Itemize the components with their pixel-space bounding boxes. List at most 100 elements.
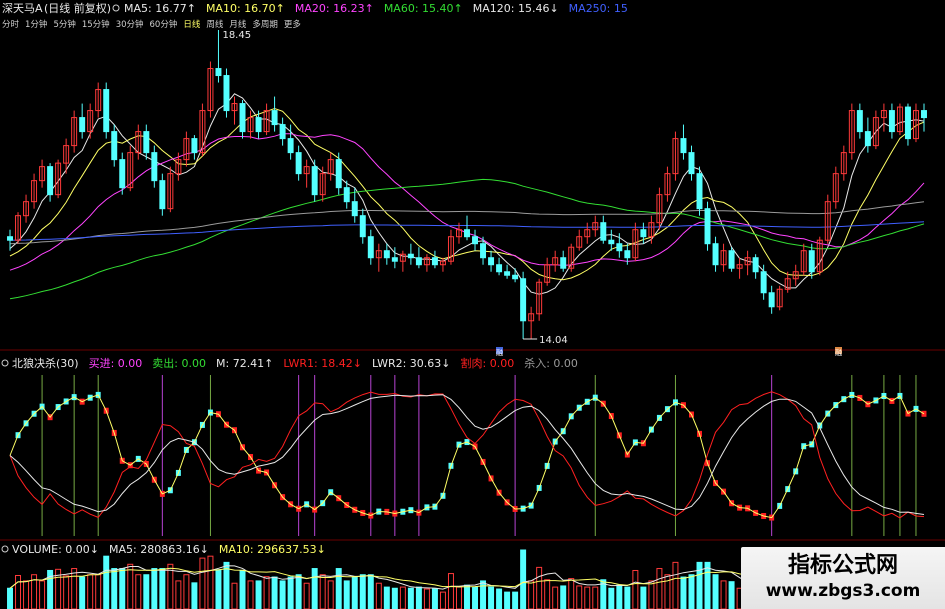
- ma-legend-item: MA60: 15.40↑: [384, 2, 463, 15]
- candle-down: [616, 243, 623, 252]
- candle-down: [111, 131, 118, 161]
- ma-line-20: [9, 133, 925, 271]
- volume-field: MA5: 280863.16↓: [109, 543, 209, 556]
- candle-down: [760, 271, 767, 294]
- candle-down: [600, 222, 607, 241]
- candle-down: [351, 201, 358, 217]
- volume-bar-down: [215, 569, 222, 609]
- volume-bar-up: [319, 574, 326, 609]
- volume-bar-up: [231, 582, 238, 609]
- period-tab[interactable]: 月线: [229, 19, 247, 30]
- period-tab[interactable]: 5分钟: [53, 19, 75, 30]
- volume-bar-down: [191, 582, 198, 609]
- indicator-lines: [9, 391, 925, 519]
- candle-down: [367, 236, 374, 259]
- volume-bar-down: [431, 588, 438, 609]
- volume-bar-up: [375, 582, 382, 609]
- volume-bar-down: [7, 587, 13, 609]
- candle-down: [431, 257, 438, 266]
- margin-marker: 融: [496, 348, 503, 357]
- volume-bar-up: [399, 586, 406, 609]
- candle-down: [640, 229, 647, 238]
- period-tab[interactable]: 日线: [183, 19, 201, 30]
- candle-down: [488, 257, 495, 266]
- volume-bar-up: [720, 580, 727, 609]
- volume-bar-up: [672, 561, 679, 609]
- candle-down: [864, 131, 871, 147]
- candle-down: [752, 257, 759, 273]
- period-tab[interactable]: 30分钟: [116, 19, 144, 30]
- stock-chart[interactable]: 深天马A (日线 前复权) MA5: 16.77↑ MA10: 16.70↑ MA2…: [0, 0, 945, 609]
- indicator-panel[interactable]: 北狼决杀(30) 买进: 0.00 卖出: 0.00 M: 72.41↑ LWR1: 1…: [1, 356, 927, 536]
- candle-down: [472, 236, 479, 245]
- period-tab[interactable]: 分时: [2, 19, 20, 30]
- candle-down: [335, 159, 342, 189]
- period-tab[interactable]: 60分钟: [150, 19, 178, 30]
- indicator-name: 北狼决杀(30): [12, 356, 79, 370]
- period-tab[interactable]: 1分钟: [25, 19, 47, 30]
- volume-bar-down: [496, 588, 503, 609]
- volume-bar-up: [71, 568, 78, 609]
- volume-bar-down: [512, 591, 519, 609]
- volume-bar-up: [536, 566, 543, 609]
- candle-down: [311, 166, 318, 196]
- period-tab[interactable]: 周线: [206, 19, 224, 30]
- volume-bar-up: [327, 580, 334, 609]
- volume-bar-down: [488, 586, 495, 609]
- volume-bar-down: [712, 574, 719, 609]
- volume-bar-down: [103, 555, 110, 609]
- candle-down: [464, 229, 470, 238]
- ma-legend-item: MA250: 15: [569, 2, 628, 15]
- candle-down: [728, 250, 735, 269]
- stock-mode: (日线 前复权): [44, 1, 111, 15]
- candle-down: [712, 243, 719, 266]
- volume-bar-up: [15, 575, 22, 609]
- period-tab[interactable]: 更多: [284, 19, 302, 30]
- indicator-line-M: [9, 394, 925, 519]
- period-tabs[interactable]: 分时 1分钟 5分钟 15分钟 30分钟 60分钟 日线 周线 月线 多周期 更多: [2, 19, 301, 30]
- candle-down: [159, 180, 166, 210]
- candle-down: [688, 152, 695, 175]
- ma-legend-item: MA120: 15.46↓: [473, 2, 559, 15]
- volume-bar-down: [391, 587, 398, 609]
- indicator-line-LWR2: [9, 394, 925, 515]
- volume-bar-up: [552, 586, 559, 609]
- volume-bar-up: [576, 585, 583, 609]
- volume-bar-up: [183, 574, 190, 609]
- period-tab[interactable]: 多周期: [252, 19, 278, 30]
- volume-bar-down: [728, 581, 735, 609]
- volume-bar-down: [688, 574, 695, 609]
- watermark-title: 指标公式网: [787, 553, 898, 578]
- candle-down: [295, 152, 302, 175]
- indicator-field: M: 72.41↑: [216, 357, 273, 370]
- volume-bar-up: [303, 582, 310, 609]
- candle-down: [560, 257, 567, 269]
- candles: [7, 30, 927, 339]
- volume-bar-up: [127, 563, 134, 609]
- candle-down: [143, 131, 150, 154]
- volume-bar-up: [167, 563, 174, 609]
- volume-bar-up: [568, 578, 575, 609]
- volume-bar-down: [704, 561, 711, 609]
- volume-bar-up: [199, 557, 206, 609]
- ma-legend-item: MA10: 16.70↑: [206, 2, 285, 15]
- candle-down: [680, 138, 687, 154]
- volume-bar-up: [263, 576, 270, 609]
- indicator-field: 卖出: 0.00: [152, 356, 206, 370]
- price-panel[interactable]: 18.45 14.04 融 融: [7, 30, 927, 357]
- volume-legend: VOLUME: 0.00↓ MA5: 280863.16↓ MA10: 296637…: [1, 543, 326, 556]
- volume-bar-up: [135, 574, 142, 609]
- candle-down: [191, 138, 198, 154]
- volume-bar-up: [247, 580, 254, 609]
- volume-bar-down: [359, 574, 366, 609]
- volume-field: VOLUME: 0.00↓: [12, 543, 99, 556]
- candle-down: [271, 110, 278, 126]
- candle-down: [608, 239, 615, 245]
- candle-down: [279, 124, 286, 140]
- period-tab[interactable]: 15分钟: [82, 19, 110, 30]
- candle-down: [103, 89, 110, 133]
- volume-bar-up: [39, 580, 46, 609]
- candle-down: [47, 166, 54, 196]
- candle-down: [359, 215, 366, 238]
- candle-down: [624, 250, 631, 259]
